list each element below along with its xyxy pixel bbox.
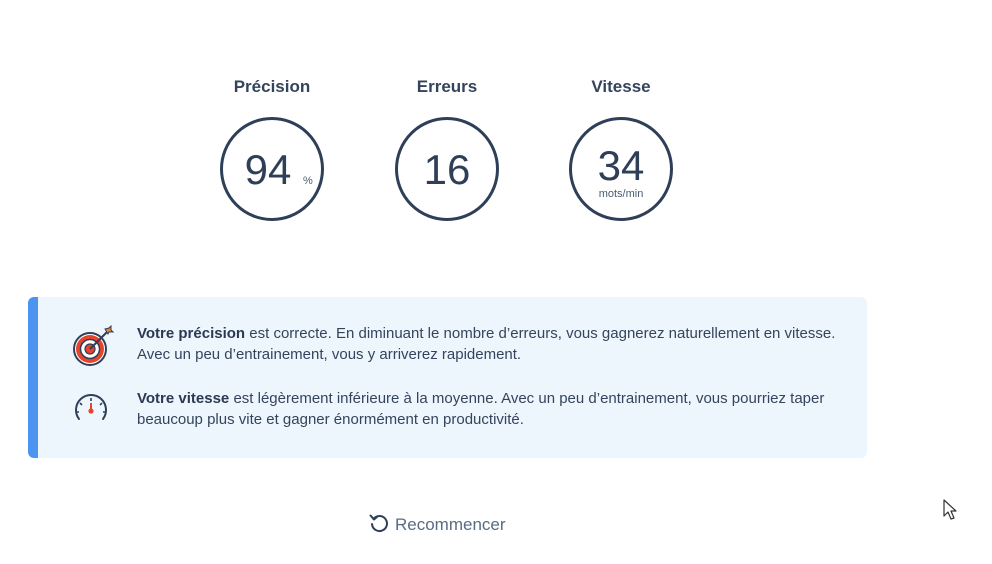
restart-icon (368, 512, 395, 539)
errors-ring: 16 (395, 117, 499, 221)
speed-label: Vitesse (591, 77, 651, 96)
restart-button[interactable]: Recommencer (368, 513, 506, 537)
speed-feedback-text: est légèrement inférieure à la moyenne. … (137, 390, 825, 428)
panel-accent-bar (28, 297, 38, 458)
precision-label: Précision (233, 77, 311, 96)
precision-feedback: Votre précision est correcte. En diminua… (137, 323, 837, 365)
speed-feedback-title: Votre vitesse (137, 390, 230, 407)
precision-stat: Précision 94 % (202, 76, 342, 221)
target-icon (72, 324, 115, 374)
results-stats: Précision 94 % Erreurs 16 Vitesse 34 mot… (0, 76, 992, 236)
speed-unit: mots/min (598, 188, 644, 200)
speedometer-icon (73, 393, 109, 428)
speed-value: 34 (597, 142, 645, 189)
precision-ring: 94 % (220, 117, 324, 221)
mouse-cursor-icon (942, 498, 958, 527)
errors-stat: Erreurs 16 (377, 76, 517, 221)
errors-value: 16 (423, 146, 471, 193)
speed-stat: Vitesse 34 mots/min (551, 76, 691, 221)
precision-unit: % (303, 175, 313, 187)
precision-feedback-title: Votre précision (137, 325, 246, 342)
feedback-panel: Votre précision est correcte. En diminua… (28, 297, 867, 458)
speed-feedback: Votre vitesse est légèrement inférieure … (137, 388, 837, 430)
errors-label: Erreurs (416, 77, 478, 96)
speed-ring: 34 mots/min (569, 117, 673, 221)
restart-label: Recommencer (395, 515, 506, 534)
